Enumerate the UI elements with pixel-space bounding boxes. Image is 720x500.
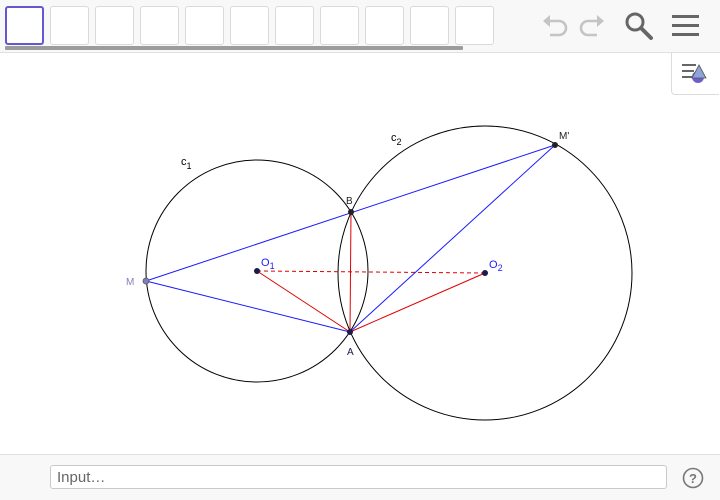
point-o2[interactable]: [482, 270, 488, 276]
style-bar-toggle[interactable]: [671, 53, 719, 95]
point-o1[interactable]: [254, 268, 260, 274]
label-o1: O1: [261, 257, 275, 271]
menu-icon[interactable]: [670, 12, 702, 40]
point-m[interactable]: [142, 277, 150, 285]
segment-mprime-a[interactable]: [349, 144, 556, 333]
tool-button-8[interactable]: [320, 6, 359, 45]
point-mprime[interactable]: [552, 142, 558, 148]
point-b[interactable]: [348, 209, 354, 215]
label-o2: O2: [489, 259, 503, 273]
input-bar: ?: [0, 454, 720, 500]
help-icon[interactable]: ?: [682, 467, 704, 489]
segment-o1-a[interactable]: [256, 270, 351, 333]
label-m: M: [126, 277, 134, 288]
search-icon[interactable]: [623, 10, 655, 42]
tool-button-5[interactable]: [185, 6, 224, 45]
label-c1: c1: [181, 156, 192, 171]
graphics-view[interactable]: c1 c2 M M' B A O1 O2: [0, 53, 720, 454]
tool-button-7[interactable]: [275, 6, 314, 45]
tool-button-9[interactable]: [365, 6, 404, 45]
tool-button-4[interactable]: [140, 6, 179, 45]
help-label: ?: [689, 471, 697, 486]
style-bar-icon: [682, 64, 707, 83]
label-c2: c2: [391, 132, 402, 147]
tool-button-2[interactable]: [50, 6, 89, 45]
toolbar: [0, 0, 720, 52]
point-a[interactable]: [347, 329, 353, 335]
tool-button-11[interactable]: [455, 6, 494, 45]
tool-button-10[interactable]: [410, 6, 449, 45]
segment-a-b[interactable]: [349, 211, 352, 333]
undo-icon[interactable]: [540, 12, 570, 40]
toolbar-scrollbar[interactable]: [5, 46, 463, 50]
dashed-segment-o1-o2[interactable]: [256, 270, 486, 274]
segment-o2-a[interactable]: [349, 272, 486, 333]
label-b: B: [346, 196, 353, 207]
tool-button-3[interactable]: [95, 6, 134, 45]
label-mprime: M': [559, 131, 569, 142]
tool-button-1[interactable]: [5, 6, 44, 45]
algebra-input[interactable]: [50, 465, 667, 489]
segment-m-a[interactable]: [145, 280, 351, 333]
redo-icon[interactable]: [577, 12, 607, 40]
label-a: A: [347, 347, 354, 358]
tool-button-6[interactable]: [230, 6, 269, 45]
